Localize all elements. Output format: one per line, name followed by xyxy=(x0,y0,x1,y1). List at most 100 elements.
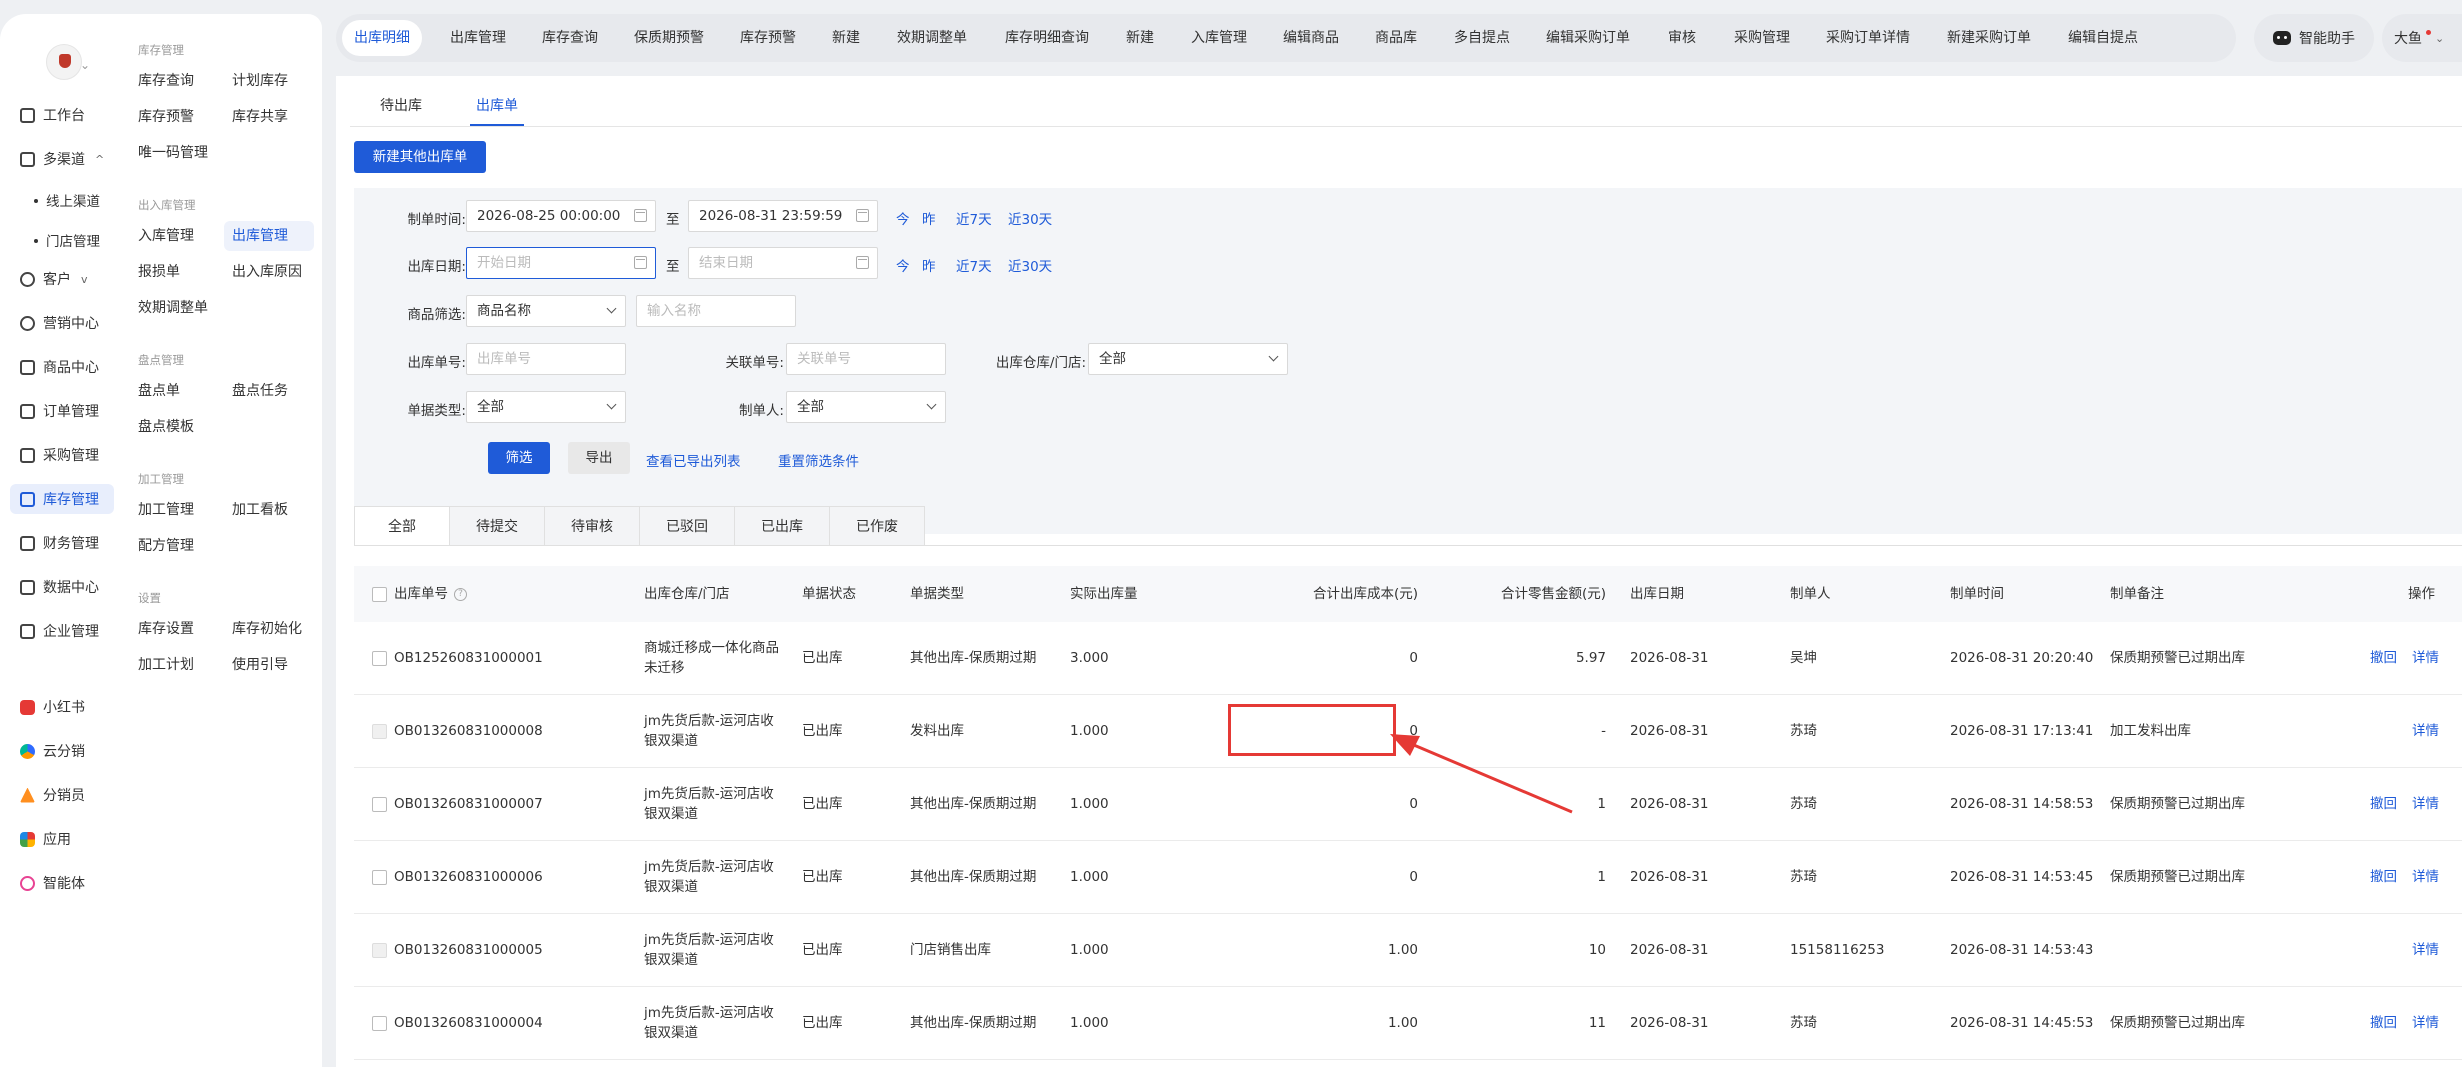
submenu-item-stock-init[interactable]: 库存初始化 xyxy=(224,614,310,644)
nav-workbench[interactable]: 工作台 xyxy=(10,100,114,130)
tab-purchasing[interactable]: 采购管理 xyxy=(1722,20,1802,56)
submenu-item-stock-alert[interactable]: 库存预警 xyxy=(130,102,202,132)
quick-yesterday[interactable]: 昨 xyxy=(922,255,936,275)
submenu-item-unique-code[interactable]: 唯一码管理 xyxy=(130,138,216,168)
export-button[interactable]: 导出 xyxy=(568,442,630,474)
quick-yesterday[interactable]: 昨 xyxy=(922,208,936,228)
nav-store-management[interactable]: 门店管理 xyxy=(10,225,114,255)
tab-edit-po[interactable]: 编辑采购订单 xyxy=(1534,20,1642,56)
submenu-item-stocktake-template[interactable]: 盘点模板 xyxy=(130,412,202,442)
row-checkbox[interactable] xyxy=(372,1016,387,1031)
product-filter-select[interactable]: 商品名称 xyxy=(466,295,626,327)
submenu-item-stock-share[interactable]: 库存共享 xyxy=(224,102,296,132)
row-checkbox[interactable] xyxy=(372,651,387,666)
nav-multichannel[interactable]: 多渠道 ^ xyxy=(10,144,114,174)
chevron-down-icon[interactable]: ⌄ xyxy=(80,58,90,72)
nav-finance[interactable]: 财务管理 xyxy=(10,528,114,558)
nav-enterprise[interactable]: 企业管理 xyxy=(10,616,114,646)
tab-edit-pickup[interactable]: 编辑自提点 xyxy=(2056,20,2150,56)
tab-stock-alert[interactable]: 库存预警 xyxy=(728,20,808,56)
submenu-item-expiry-adjust[interactable]: 效期调整单 xyxy=(130,293,216,323)
tab-new[interactable]: 新建 xyxy=(820,20,872,56)
submenu-item-loss-report[interactable]: 报损单 xyxy=(130,257,188,287)
row-checkbox[interactable] xyxy=(372,797,387,812)
nav-cloud-distribution[interactable]: 云分销 xyxy=(10,736,114,766)
ai-assistant-button[interactable]: 智能助手 xyxy=(2254,14,2374,62)
detail-link[interactable]: 详情 xyxy=(2412,768,2439,841)
tab-outbound-management[interactable]: 出库管理 xyxy=(438,20,518,56)
submenu-item-io-reason[interactable]: 出入库原因 xyxy=(224,257,310,287)
nav-orders[interactable]: 订单管理 xyxy=(10,396,114,426)
out-date-end-input[interactable]: 结束日期 xyxy=(688,247,878,279)
nav-marketing[interactable]: 营销中心 xyxy=(10,308,114,338)
status-tab-pending-submit[interactable]: 待提交 xyxy=(449,506,545,546)
order-no-input[interactable]: 出库单号 xyxy=(466,343,626,375)
quick-7days[interactable]: 近7天 xyxy=(956,208,992,228)
withdraw-link[interactable]: 撤回 xyxy=(2370,768,2397,841)
product-name-input[interactable]: 输入名称 xyxy=(636,295,796,327)
withdraw-link[interactable]: 撤回 xyxy=(2370,841,2397,914)
detail-link[interactable]: 详情 xyxy=(2412,695,2439,768)
avatar[interactable] xyxy=(46,44,82,80)
detail-link[interactable]: 详情 xyxy=(2412,987,2439,1060)
nav-customer[interactable]: 客户 v xyxy=(10,264,114,294)
select-all-checkbox[interactable] xyxy=(372,587,387,602)
tab-expiry-adjust[interactable]: 效期调整单 xyxy=(885,20,979,56)
submenu-item-inbound[interactable]: 入库管理 xyxy=(130,221,202,251)
quick-today[interactable]: 今 xyxy=(896,255,910,275)
tab-expiry-alert[interactable]: 保质期预警 xyxy=(622,20,716,56)
creator-select[interactable]: 全部 xyxy=(786,391,946,423)
submenu-item-recipe[interactable]: 配方管理 xyxy=(130,531,202,561)
status-tab-all[interactable]: 全部 xyxy=(354,506,450,546)
new-other-outbound-button[interactable]: 新建其他出库单 xyxy=(354,141,486,173)
submenu-item-stock-settings[interactable]: 库存设置 xyxy=(130,614,202,644)
nav-distributor[interactable]: 分销员 xyxy=(10,780,114,810)
nav-data-center[interactable]: 数据中心 xyxy=(10,572,114,602)
status-tab-shipped[interactable]: 已出库 xyxy=(734,506,830,546)
user-menu[interactable]: 大鱼 ⌄ xyxy=(2382,14,2462,62)
reset-filter-link[interactable]: 重置筛选条件 xyxy=(778,450,859,470)
create-time-start-input[interactable]: 2026-08-25 00:00:00 xyxy=(466,200,656,232)
submenu-item-processing-plan[interactable]: 加工计划 xyxy=(130,650,202,680)
out-date-start-input[interactable]: 开始日期 xyxy=(466,247,656,279)
withdraw-link[interactable]: 撤回 xyxy=(2370,622,2397,695)
tab-pending-outbound[interactable]: 待出库 xyxy=(380,86,422,126)
nav-xiaohongshu[interactable]: 小红书 xyxy=(10,692,114,722)
submenu-item-planned-stock[interactable]: 计划库存 xyxy=(224,66,296,96)
tab-new-po[interactable]: 新建采购订单 xyxy=(1935,20,2043,56)
quick-7days[interactable]: 近7天 xyxy=(956,255,992,275)
quick-today[interactable]: 今 xyxy=(896,208,910,228)
detail-link[interactable]: 详情 xyxy=(2412,622,2439,695)
tab-stock-detail-query[interactable]: 库存明细查询 xyxy=(993,20,1101,56)
nav-product-center[interactable]: 商品中心 xyxy=(10,352,114,382)
detail-link[interactable]: 详情 xyxy=(2412,914,2439,987)
filter-button[interactable]: 筛选 xyxy=(488,442,550,474)
help-icon[interactable]: ? xyxy=(454,587,467,601)
nav-inventory[interactable]: 库存管理 xyxy=(10,484,114,514)
nav-purchasing[interactable]: 采购管理 xyxy=(10,440,114,470)
submenu-item-stock-query[interactable]: 库存查询 xyxy=(130,66,202,96)
nav-agent[interactable]: 智能体 xyxy=(10,868,114,898)
tab-outbound-detail[interactable]: 出库明细 xyxy=(342,20,422,56)
submenu-item-guide[interactable]: 使用引导 xyxy=(224,650,296,680)
tab-edit-product[interactable]: 编辑商品 xyxy=(1271,20,1351,56)
tab-product-library[interactable]: 商品库 xyxy=(1363,20,1429,56)
status-tab-voided[interactable]: 已作废 xyxy=(829,506,925,546)
nav-online-channel[interactable]: 线上渠道 xyxy=(10,185,114,215)
status-tab-rejected[interactable]: 已驳回 xyxy=(639,506,735,546)
warehouse-select[interactable]: 全部 xyxy=(1088,343,1288,375)
related-no-input[interactable]: 关联单号 xyxy=(786,343,946,375)
submenu-item-stocktake-task[interactable]: 盘点任务 xyxy=(224,376,296,406)
submenu-item-processing[interactable]: 加工管理 xyxy=(130,495,202,525)
tab-new-2[interactable]: 新建 xyxy=(1114,20,1166,56)
tab-outbound-orders[interactable]: 出库单 xyxy=(470,86,524,126)
status-tab-pending-review[interactable]: 待审核 xyxy=(544,506,640,546)
submenu-item-processing-board[interactable]: 加工看板 xyxy=(224,495,296,525)
detail-link[interactable]: 详情 xyxy=(2412,841,2439,914)
type-select[interactable]: 全部 xyxy=(466,391,626,423)
quick-30days[interactable]: 近30天 xyxy=(1008,208,1052,228)
submenu-item-outbound[interactable]: 出库管理 xyxy=(224,221,314,251)
view-export-list-link[interactable]: 查看已导出列表 xyxy=(646,450,741,470)
quick-30days[interactable]: 近30天 xyxy=(1008,255,1052,275)
withdraw-link[interactable]: 撤回 xyxy=(2370,987,2397,1060)
